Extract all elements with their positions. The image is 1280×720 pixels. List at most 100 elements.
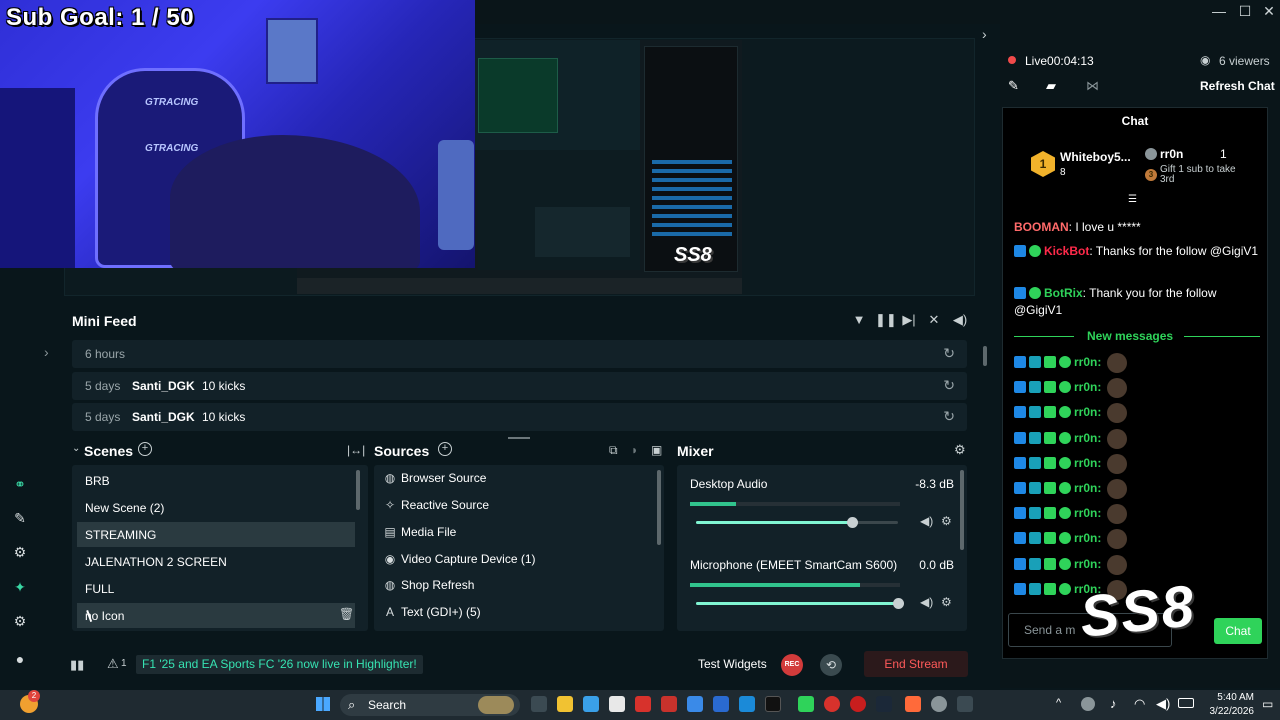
edge-icon[interactable]	[739, 696, 755, 712]
test-widgets-button[interactable]: Test Widgets	[698, 657, 767, 671]
opera-icon[interactable]	[824, 696, 840, 712]
link-icon[interactable]: ⚭	[10, 474, 30, 494]
app-icon[interactable]	[609, 696, 625, 712]
replay-alert-icon[interactable]: ↻	[943, 345, 955, 362]
scene-item[interactable]: JALENATHON 2 SCREEN	[77, 549, 355, 574]
apps-icon[interactable]: ⚙	[10, 542, 30, 562]
collapse-icon[interactable]: ⌄	[72, 443, 80, 454]
chat-username[interactable]: rr0n:	[1074, 355, 1101, 369]
share-icon[interactable]: ⋈	[1086, 78, 1099, 94]
end-stream-button[interactable]: End Stream	[864, 651, 968, 677]
rec-button[interactable]: REC	[781, 654, 803, 676]
skip-icon[interactable]: ▶|	[900, 312, 918, 328]
chevron-right-icon[interactable]: ›	[982, 26, 987, 42]
chat-username[interactable]: BotRix	[1044, 286, 1083, 300]
chat-username[interactable]: rr0n:	[1074, 481, 1101, 495]
file-explorer-icon[interactable]	[557, 696, 573, 712]
taskbar-time[interactable]: 5:40 AM	[1208, 692, 1254, 703]
resize-handle[interactable]	[508, 437, 530, 439]
selective-recording-icon[interactable]: ⧉	[609, 443, 618, 458]
taskview-icon[interactable]	[531, 696, 547, 712]
scene-item[interactable]: FULL	[77, 576, 355, 601]
source-item[interactable]: A Text (GDI+) (5)	[378, 599, 658, 625]
maximize-button[interactable]: ☐	[1234, 3, 1256, 20]
streamlabs-icon[interactable]	[905, 696, 921, 712]
scene-item[interactable]: no Icon	[77, 603, 355, 628]
microphone-icon[interactable]: ♪	[1110, 696, 1117, 711]
stats-icon[interactable]: ▮▮	[70, 657, 84, 673]
chat-username[interactable]: rr0n:	[1074, 380, 1101, 394]
second-supporter-name[interactable]: rr0n	[1160, 147, 1183, 161]
speaker-icon[interactable]: ◀)	[920, 514, 933, 528]
scene-item[interactable]: New Scene (2)	[77, 495, 355, 520]
chat-username[interactable]: rr0n:	[1074, 531, 1101, 545]
channel-settings-icon[interactable]: ⚙	[941, 514, 952, 528]
volume-slider[interactable]	[696, 598, 904, 609]
edit-stream-icon[interactable]: ✎	[1008, 78, 1019, 94]
media-icon[interactable]: ▰	[1046, 78, 1056, 94]
tiktok-icon[interactable]	[765, 696, 781, 712]
app-icon[interactable]	[687, 696, 703, 712]
profile-icon[interactable]: ●	[10, 649, 30, 669]
source-item[interactable]: ◍ Shop Refresh	[378, 572, 658, 598]
steam-icon[interactable]	[876, 696, 892, 712]
source-item[interactable]: ◉ Video Capture Device (1)	[378, 546, 658, 572]
taskbar-search[interactable]: ⌕ Search	[340, 694, 520, 716]
mixer-scrollbar[interactable]	[960, 470, 964, 550]
settings-icon[interactable]: ⚙	[10, 611, 30, 631]
sources-scrollbar[interactable]	[657, 470, 661, 545]
top-supporter-name[interactable]: Whiteboy5...	[1060, 150, 1131, 164]
volume-slider-knob[interactable]	[846, 517, 858, 528]
app-icon[interactable]	[661, 696, 677, 712]
highlighter-banner[interactable]: F1 '25 and EA Sports FC '26 now live in …	[136, 655, 423, 674]
chat-username[interactable]: rr0n:	[1074, 431, 1101, 445]
chrome-icon[interactable]	[583, 696, 599, 712]
battery-icon[interactable]	[1178, 698, 1194, 708]
pause-icon[interactable]: ❚❚	[875, 312, 897, 328]
expand-icon[interactable]: ☰	[1128, 194, 1137, 205]
add-folder-icon[interactable]: ▣	[651, 443, 662, 457]
alert-icon[interactable]: ⚠	[107, 656, 119, 672]
close-button[interactable]: ✕	[1258, 3, 1280, 20]
source-item[interactable]: ▤ Media File	[378, 519, 658, 545]
volume-icon[interactable]: ◀)	[951, 312, 969, 328]
replay-alert-icon[interactable]: ↻	[943, 377, 955, 394]
trash-icon[interactable]: 🗑	[339, 607, 354, 621]
volume-slider-knob[interactable]	[893, 598, 904, 609]
mute-alerts-icon[interactable]: ✕	[925, 312, 943, 328]
audio-icon[interactable]: ◗	[631, 443, 638, 457]
chat-username[interactable]: BOOMAN	[1014, 220, 1069, 234]
chevron-up-icon[interactable]: ^	[1056, 697, 1061, 709]
chat-username[interactable]: KickBot	[1044, 244, 1089, 258]
onedrive-icon[interactable]	[1081, 697, 1095, 711]
source-item[interactable]: ◍ Browser Source	[378, 465, 658, 491]
source-item[interactable]: ✧ Reactive Source	[378, 492, 658, 518]
themes-icon[interactable]: ✎	[10, 508, 30, 528]
add-scene-icon[interactable]: +	[138, 442, 152, 456]
app-icon[interactable]	[635, 696, 651, 712]
chat-username[interactable]: rr0n:	[1074, 506, 1101, 520]
replay-alert-icon[interactable]: ↻	[943, 408, 955, 425]
wifi-icon[interactable]: ◠	[1134, 696, 1145, 712]
chat-username[interactable]: rr0n:	[1074, 456, 1101, 470]
volume-slider[interactable]	[696, 517, 898, 528]
taskbar-date[interactable]: 3/22/2026	[1200, 706, 1255, 717]
speaker-icon[interactable]: ◀)	[920, 595, 933, 609]
scene-item-active[interactable]: STREAMING	[77, 522, 355, 547]
windows-start-icon[interactable]	[316, 697, 330, 711]
opera-gx-icon[interactable]	[850, 696, 866, 712]
filter-icon[interactable]: ▼	[850, 312, 868, 327]
volume-icon[interactable]: ◀)	[1156, 696, 1170, 712]
kick-icon[interactable]	[798, 696, 814, 712]
add-source-icon[interactable]: +	[438, 442, 452, 456]
highlighter-icon[interactable]: ✦	[10, 577, 30, 597]
expand-sidebar-icon[interactable]: ›	[44, 344, 49, 360]
feed-scrollbar[interactable]	[983, 346, 987, 366]
chat-username[interactable]: rr0n:	[1074, 405, 1101, 419]
minimize-button[interactable]: —	[1208, 3, 1230, 19]
app-icon[interactable]	[957, 696, 973, 712]
chat-username[interactable]: rr0n:	[1074, 557, 1101, 571]
mixer-settings-icon[interactable]: ⚙	[954, 442, 966, 458]
refresh-chat-button[interactable]: Refresh Chat	[1200, 79, 1275, 93]
channel-settings-icon[interactable]: ⚙	[941, 595, 952, 609]
